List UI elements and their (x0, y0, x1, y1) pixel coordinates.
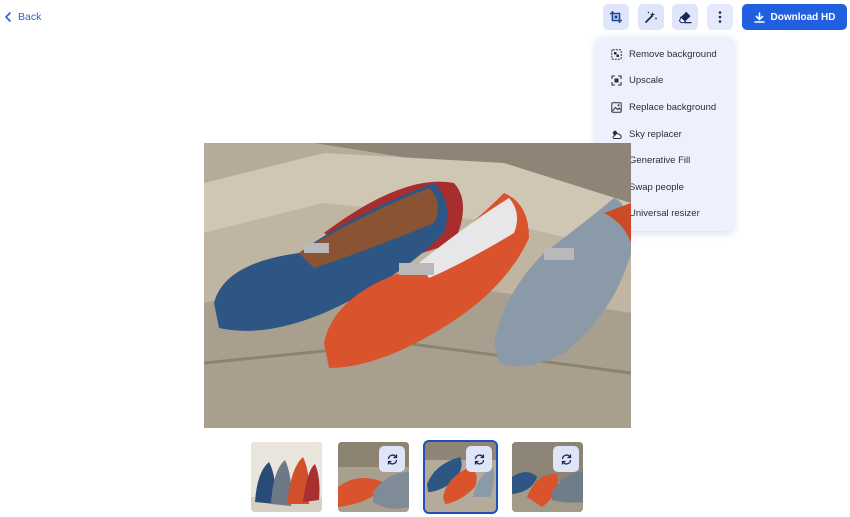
chevron-left-icon (5, 12, 11, 22)
regenerate-icon (474, 453, 484, 465)
regenerate-icon (387, 453, 397, 465)
download-hd-button[interactable]: Download HD (742, 4, 847, 30)
menu-item-label: Swap people (629, 181, 684, 193)
menu-item-label: Sky replacer (629, 128, 682, 140)
image-editor-page: Back Download HD Remove background Upsca… (0, 0, 850, 517)
back-label: Back (18, 11, 42, 23)
crop-icon (610, 11, 622, 23)
remove-background-icon (611, 49, 622, 60)
magic-tool-button[interactable] (638, 4, 664, 30)
more-vertical-icon (718, 11, 722, 23)
menu-item-remove-background[interactable]: Remove background (596, 41, 734, 68)
thumbnail-image (251, 442, 322, 512)
crop-button[interactable] (603, 4, 629, 30)
back-button[interactable]: Back (4, 9, 41, 25)
regenerate-button[interactable] (553, 446, 579, 472)
menu-item-label: Upscale (629, 75, 664, 87)
regenerate-button[interactable] (466, 446, 492, 472)
regenerate-icon (561, 453, 571, 465)
menu-item-label: Universal resizer (629, 208, 700, 220)
menu-item-label: Remove background (629, 48, 717, 60)
menu-item-label: Generative Fill (629, 155, 691, 167)
upscale-icon (611, 75, 622, 86)
thumbnail-1[interactable] (251, 442, 322, 512)
menu-item-replace-background[interactable]: Replace background (596, 94, 734, 121)
eraser-icon (678, 11, 692, 24)
more-options-button[interactable] (707, 4, 733, 30)
download-label: Download HD (770, 11, 836, 23)
main-image (204, 143, 631, 428)
thumbnail-3-selected[interactable] (423, 440, 498, 514)
thumbnail-2[interactable] (338, 442, 409, 512)
replace-background-icon (611, 102, 622, 113)
sky-replacer-icon (612, 130, 622, 139)
menu-item-upscale[interactable]: Upscale (596, 68, 734, 95)
magic-wand-icon (645, 11, 657, 23)
thumbnail-4[interactable] (512, 442, 583, 512)
menu-item-label: Replace background (629, 101, 717, 113)
eraser-button[interactable] (672, 4, 698, 30)
regenerate-button[interactable] (379, 446, 405, 472)
download-icon (753, 11, 765, 23)
